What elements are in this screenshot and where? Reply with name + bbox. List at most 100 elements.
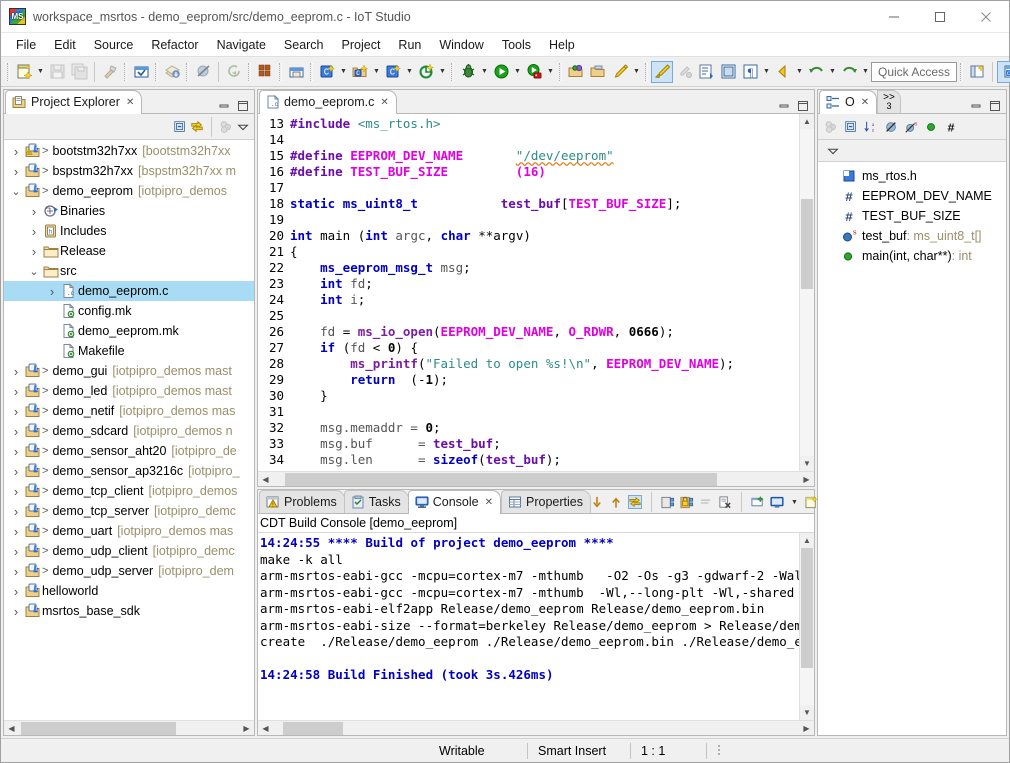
tree-item-demo-gui[interactable]: ›C>demo_gui[iotpipro_demos mast xyxy=(4,361,254,381)
tree-item-helloworld[interactable]: ›Chelloworld xyxy=(4,581,254,601)
display-console-dropdown-icon[interactable]: ▼ xyxy=(789,491,800,513)
tree-item-binaries[interactable]: ›10Binaries xyxy=(4,201,254,221)
toolbar-grip[interactable] xyxy=(7,63,10,81)
publish-icon[interactable] xyxy=(161,61,183,83)
tree-item-bspstm32h7xx[interactable]: ›C>bspstm32h7xx[bspstm32h7xx m xyxy=(4,161,254,181)
make-target-icon[interactable] xyxy=(254,61,276,83)
project-explorer-hscrollbar[interactable]: ◀ ▶ xyxy=(4,720,254,735)
new-c-class-icon[interactable]: C xyxy=(316,61,338,83)
debug-dropdown-icon[interactable]: ▼ xyxy=(479,61,490,83)
code-line-text[interactable]: msg.len = sizeof(test_buf); xyxy=(286,452,561,468)
console-output[interactable]: 14:24:55 **** Build of project demo_eepr… xyxy=(258,533,799,720)
scroll-up-icon[interactable]: ▲ xyxy=(800,533,814,548)
chevron-right-icon[interactable]: › xyxy=(8,604,24,619)
search-target-dropdown-icon[interactable]: ▼ xyxy=(437,61,448,83)
tab-console[interactable]: Console ✕ xyxy=(408,490,501,513)
tab-outline[interactable]: O ✕ xyxy=(819,90,877,113)
code-line-text[interactable]: #define TEST_BUF_SIZE (16) xyxy=(286,164,546,180)
tree-item-demo-eeprom-c[interactable]: ›.cdemo_eeprom.c xyxy=(4,281,254,301)
scroll-down-icon[interactable] xyxy=(590,495,604,509)
minimize-icon[interactable] xyxy=(777,99,791,113)
brush-settings-icon[interactable] xyxy=(673,61,695,83)
code-line-text[interactable] xyxy=(286,212,290,228)
open-perspective-icon[interactable] xyxy=(966,61,988,83)
code-line-text[interactable] xyxy=(286,404,290,420)
hscroll-track[interactable] xyxy=(273,722,799,735)
toolbar-grip-3[interactable] xyxy=(155,63,158,81)
code-line-text[interactable]: fd = ms_io_open(EEPROM_DEV_NAME, O_RDWR,… xyxy=(286,324,674,340)
scroll-right-icon[interactable]: ▶ xyxy=(239,724,254,733)
toolbar-grip-6[interactable] xyxy=(279,63,282,81)
code-line-text[interactable]: msg.buf = test_buf; xyxy=(286,436,501,452)
tree-item-release[interactable]: ›Release xyxy=(4,241,254,261)
menu-window[interactable]: Window xyxy=(430,35,492,55)
outline-item[interactable]: #EEPROM_DEV_NAME xyxy=(818,186,1006,206)
scroll-up-icon[interactable] xyxy=(609,495,623,509)
menu-project[interactable]: Project xyxy=(333,35,390,55)
tree-item-demo-led[interactable]: ›C>demo_led[iotpipro_demos mast xyxy=(4,381,254,401)
new-c-project-icon[interactable]: C xyxy=(349,61,371,83)
pen-highlight-icon[interactable] xyxy=(609,61,631,83)
console-vscrollbar[interactable]: ▲ ▼ xyxy=(799,533,814,720)
refresh-icon[interactable] xyxy=(223,61,245,83)
toolbar-grip-9[interactable] xyxy=(559,63,562,81)
debug-bug-icon[interactable] xyxy=(457,61,479,83)
tree-item-config-mk[interactable]: config.mk xyxy=(4,301,254,321)
toolbar-grip-5[interactable] xyxy=(248,63,251,81)
toolbar-grip-10[interactable] xyxy=(645,63,648,81)
code-line-text[interactable]: { xyxy=(286,244,298,260)
toolbar-grip-4[interactable] xyxy=(186,63,189,81)
vscroll-track[interactable] xyxy=(800,548,814,705)
scroll-left-icon[interactable]: ◀ xyxy=(258,724,273,733)
code-line-text[interactable]: } xyxy=(286,388,328,404)
tab-problems[interactable]: ! Problems xyxy=(259,490,345,513)
open-element-icon[interactable] xyxy=(285,61,307,83)
code-line-text[interactable]: static ms_uint8_t test_buf[TEST_BUF_SIZE… xyxy=(286,196,681,212)
code-line-text[interactable] xyxy=(286,132,290,148)
menu-run[interactable]: Run xyxy=(389,35,430,55)
code-line-text[interactable]: return (-1); xyxy=(286,372,448,388)
run-external-dropdown-icon[interactable]: ▼ xyxy=(545,61,556,83)
maximize-icon[interactable] xyxy=(236,99,250,113)
menu-source[interactable]: Source xyxy=(85,35,143,55)
pen-dropdown-icon[interactable]: ▼ xyxy=(631,61,642,83)
code-line-text[interactable]: #define EEPROM_DEV_NAME "/dev/eeprom" xyxy=(286,148,614,164)
build-all-icon[interactable] xyxy=(130,61,152,83)
chevron-right-icon[interactable]: › xyxy=(8,424,24,439)
code-line-text[interactable]: ms_printf("Failed to open %s!\n", EEPROM… xyxy=(286,356,734,372)
console-hscrollbar[interactable]: ◀ ▶ xyxy=(258,720,814,735)
chevron-right-icon[interactable]: › xyxy=(8,564,24,579)
tree-item-demo-sensor-aht20[interactable]: ›C>demo_sensor_aht20[iotpipro_de xyxy=(4,441,254,461)
menu-refactor[interactable]: Refactor xyxy=(142,35,207,55)
remove-console-icon[interactable] xyxy=(718,495,732,509)
outline-overflow-indicator[interactable]: >> 3 xyxy=(877,90,901,113)
tree-item-makefile[interactable]: Makefile xyxy=(4,341,254,361)
tab-project-explorer[interactable]: Project Explorer ✕ xyxy=(5,90,142,113)
toolbar-grip-7[interactable] xyxy=(310,63,313,81)
forward-icon[interactable] xyxy=(838,61,860,83)
tree-item-bootstm32h7xx[interactable]: ›C!>bootstm32h7xx[bootstm32h7xx xyxy=(4,141,254,161)
tree-item-demo-tcp-client[interactable]: ›C>demo_tcp_client[iotpipro_demos xyxy=(4,481,254,501)
menu-file[interactable]: File xyxy=(7,35,45,55)
back-dropdown-icon[interactable]: ▼ xyxy=(827,61,838,83)
sort-alphabetically-icon[interactable]: az xyxy=(864,120,878,134)
run-dropdown-icon[interactable]: ▼ xyxy=(512,61,523,83)
chevron-right-icon[interactable]: › xyxy=(8,484,24,499)
tab-tasks[interactable]: Tasks xyxy=(344,490,409,513)
pin-console-icon[interactable] xyxy=(680,495,694,509)
chevron-right-icon[interactable]: › xyxy=(26,244,42,259)
menu-search[interactable]: Search xyxy=(275,35,333,55)
new-console-view-icon[interactable] xyxy=(751,495,765,509)
new-c-file-dropdown-icon[interactable]: ▼ xyxy=(404,61,415,83)
view-menu-filters-icon[interactable] xyxy=(219,120,233,134)
vscroll-track[interactable] xyxy=(800,129,814,456)
tree-item-demo-udp-server[interactable]: ›C>demo_udp_server[iotpipro_dem xyxy=(4,561,254,581)
editor-more-dropdown-icon[interactable]: ▼ xyxy=(761,61,772,83)
code-line-text[interactable]: msg.memaddr = 0; xyxy=(286,420,441,436)
perspective-cpp[interactable]: C C/C++ xyxy=(997,61,1010,83)
chevron-down-icon[interactable]: ⌄ xyxy=(26,265,42,278)
chevron-right-icon[interactable]: › xyxy=(8,404,24,419)
hscroll-thumb[interactable] xyxy=(285,473,717,486)
collapse-all-icon[interactable] xyxy=(844,120,858,134)
perspective-grip[interactable] xyxy=(960,63,963,81)
